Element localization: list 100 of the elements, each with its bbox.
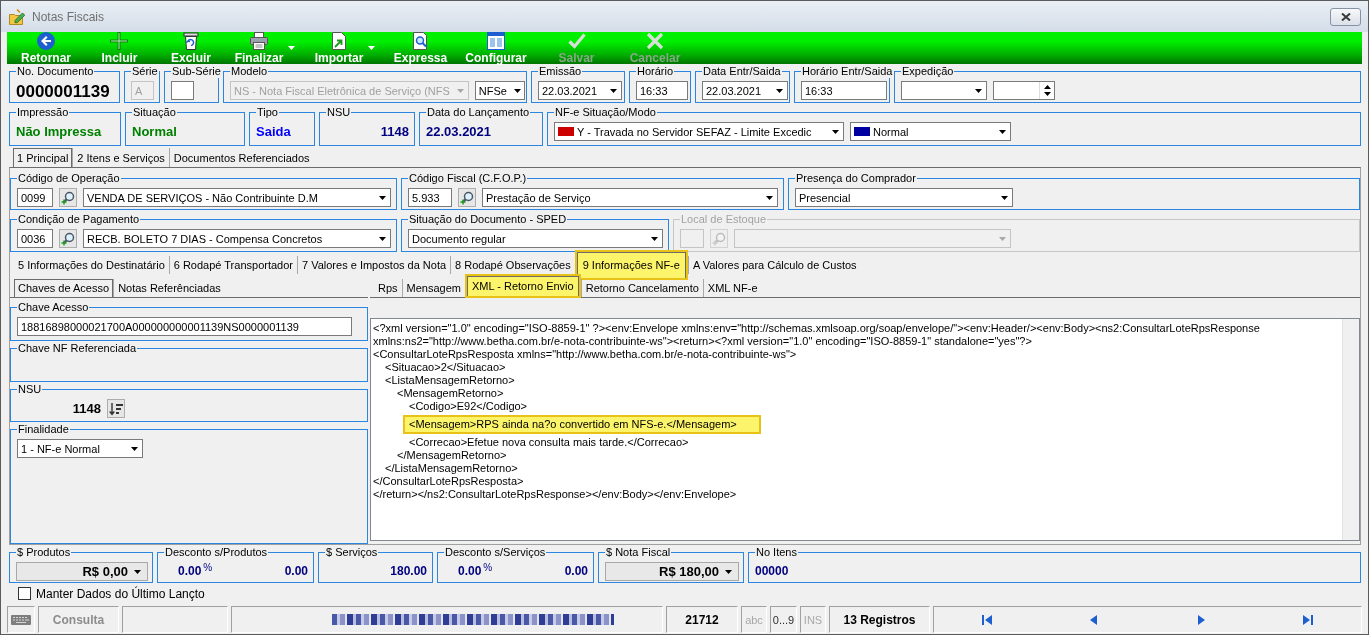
import-button[interactable]: Importar: [305, 32, 385, 64]
tab[interactable]: Rps: [373, 279, 402, 297]
dropdown[interactable]: 1 - NF-e Normal: [17, 439, 143, 458]
amount-value: 00000: [755, 563, 790, 580]
scrollbar-track[interactable]: [1342, 319, 1359, 540]
caret-icon: [379, 195, 386, 200]
caret-icon: [975, 88, 982, 93]
group-label: Impressão: [16, 106, 70, 119]
dropdown[interactable]: NFSe: [474, 81, 525, 100]
record-count: 13 Registros: [829, 606, 930, 633]
dropdown[interactable]: VENDA DE SERVIÇOS - Não Contribuinte D.M: [83, 188, 391, 207]
checkbox[interactable]: [18, 587, 31, 600]
dropdown[interactable]: [901, 81, 987, 100]
amount-value: 0.00: [283, 563, 308, 580]
status-indicator: INS: [800, 606, 826, 633]
text-field[interactable]: 0036: [17, 229, 53, 248]
dropdown[interactable]: Documento regular: [408, 229, 663, 248]
group-label: NSU: [17, 383, 43, 396]
sort-button[interactable]: [107, 399, 125, 418]
percent-sign: %: [203, 562, 213, 574]
date-field[interactable]: 22.03.2021: [702, 81, 788, 100]
window-icon: [487, 31, 505, 50]
percent-value: 0.00: [178, 563, 202, 580]
tab[interactable]: 7 Valores e Impostos da Nota: [297, 256, 451, 274]
tab[interactable]: 5 Informações do Destinatário: [13, 256, 169, 274]
tab[interactable]: XML - Retorno Envio: [465, 274, 581, 298]
caret-icon: [1001, 195, 1008, 200]
group-label: Código Fiscal (C.F.O.P.): [408, 172, 528, 185]
percent-sign: %: [483, 562, 493, 574]
caret-icon: [456, 88, 464, 93]
search-icon: [61, 190, 75, 205]
caret-icon: [725, 569, 732, 574]
text-field[interactable]: 0099: [17, 188, 53, 207]
back-button[interactable]: Retornar: [10, 32, 82, 64]
text-field[interactable]: 5.933: [408, 188, 452, 207]
caret-icon: [999, 236, 1006, 241]
tab[interactable]: 6 Rodapé Transportador: [168, 256, 297, 274]
tab[interactable]: Documentos Referenciados: [168, 148, 314, 167]
group-label: No. Documento: [16, 65, 95, 78]
dropdown[interactable]: Presencial: [795, 188, 1013, 207]
amount-dropdown[interactable]: R$ 0,00: [16, 562, 148, 581]
dropdown[interactable]: Prestação de Serviço: [482, 188, 778, 207]
group-label: Tipo: [256, 106, 279, 119]
code-line: </ListaMensagemRetorno>: [385, 462, 518, 475]
group-label: Data Entr/Saida: [702, 65, 782, 78]
tab[interactable]: 9 Informações NF-e: [574, 250, 688, 280]
group-label: Situação: [132, 106, 177, 119]
status-text: Normal: [132, 123, 178, 141]
date-field[interactable]: 22.03.2021: [538, 81, 622, 100]
skip-end-icon[interactable]: [1302, 614, 1313, 625]
spin-field[interactable]: [993, 81, 1055, 100]
caret-icon: [610, 88, 617, 93]
search-icon: [712, 231, 726, 246]
group-label: $ Serviços: [325, 546, 379, 559]
skip-start-icon[interactable]: [982, 614, 993, 625]
check-icon: [567, 31, 586, 50]
group-label: Chave Acesso: [17, 301, 90, 314]
plus-icon: [110, 31, 129, 50]
text-field[interactable]: 18816898000021700A000000000001139NS0000001139: [17, 317, 352, 336]
group-label: Local de Estoque: [680, 213, 767, 226]
delete-button[interactable]: Excluir: [157, 32, 225, 64]
window-title: Notas Fiscais: [32, 9, 105, 24]
tab[interactable]: Retorno Cancelamento: [580, 279, 703, 297]
triangle-right-icon[interactable]: [1195, 614, 1206, 625]
tab[interactable]: 2 Itens e Serviços: [72, 148, 169, 167]
dropdown[interactable]: RECB. BOLETO 7 DIAS - Compensa Concretos: [83, 229, 391, 248]
configure-button[interactable]: Configurar: [456, 32, 536, 64]
tab[interactable]: Mensagem: [401, 279, 465, 297]
tab[interactable]: Notas Referênciadas: [113, 279, 225, 297]
search-button[interactable]: [59, 188, 77, 207]
text-field[interactable]: 16:33: [636, 81, 688, 100]
mode-text: Consulta: [38, 606, 119, 633]
tab[interactable]: Chaves de Acesso: [13, 279, 114, 297]
tab[interactable]: A Valores para Cálculo de Custos: [687, 256, 861, 274]
text-field[interactable]: 16:33: [801, 81, 887, 100]
text-field[interactable]: [171, 81, 194, 100]
code-line: </MensagemRetorno>: [397, 449, 507, 462]
tab[interactable]: XML NF-e: [702, 279, 762, 297]
amount-dropdown[interactable]: R$ 180,00: [605, 562, 739, 581]
cross-icon: [646, 31, 664, 50]
group-label: Finalidade: [17, 423, 70, 436]
close-button[interactable]: [1330, 7, 1361, 26]
search-button[interactable]: [59, 229, 77, 248]
group-label: No Itens: [755, 546, 798, 559]
group-label: Horário Entr/Saida: [801, 65, 894, 78]
preview-button[interactable]: Expressa: [385, 32, 456, 64]
print-button[interactable]: Finalizar: [225, 32, 305, 64]
search-button[interactable]: [458, 188, 476, 207]
dropdown[interactable]: Normal: [850, 122, 1011, 141]
group-label: Chave NF Referenciada: [17, 342, 137, 355]
text-area[interactable]: [370, 318, 1360, 541]
tab[interactable]: 1 Principal: [12, 148, 73, 167]
add-button[interactable]: Incluir: [82, 32, 157, 64]
group-label: Série: [131, 65, 159, 78]
close-icon: [1340, 12, 1351, 21]
code-line: </return></ns2:ConsultarLoteRpsResponse></env:Body></env:Envelope>: [373, 488, 737, 501]
amount-value: 0.00: [563, 563, 588, 580]
caret-icon: [513, 88, 521, 93]
triangle-left-icon[interactable]: [1089, 614, 1100, 625]
dropdown[interactable]: Y - Travada no Servidor SEFAZ - Limite Excedic: [554, 122, 844, 141]
